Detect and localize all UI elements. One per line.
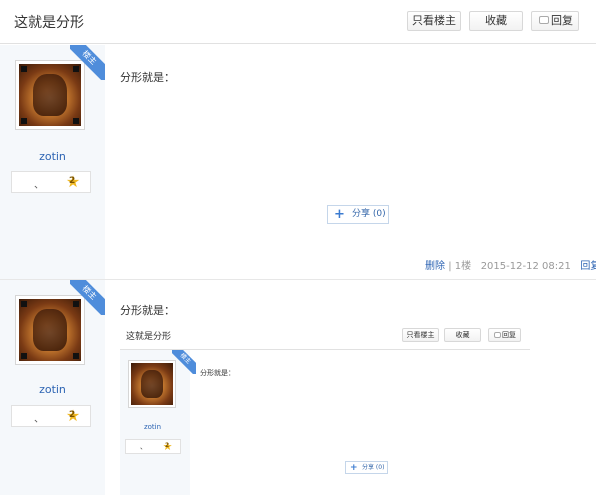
only-op-button[interactable]: 只看楼主 — [407, 11, 461, 31]
delete-link[interactable]: 删除 — [425, 261, 445, 272]
comment-icon — [539, 16, 549, 24]
share-button[interactable]: + 分享 (0) — [327, 205, 389, 224]
thread-title: 这就是分形 — [14, 15, 84, 31]
nested-thread-header: 这就是分形 只看楼主 收藏 回复 — [120, 322, 530, 350]
post-timestamp: 2015-12-12 08:21 — [480, 261, 571, 272]
post-content: 分形就是： — [120, 304, 175, 317]
comment-icon — [494, 332, 501, 338]
op-badge: 楼主 — [70, 280, 105, 315]
author-sidebar: 楼主 zotin 、 ★ 2 — [0, 280, 105, 495]
reply-button[interactable]: 回复 — [531, 11, 579, 31]
post-meta: 删除 | 1楼 2015-12-12 08:21 回复 — [425, 257, 596, 272]
post-floor-1: 楼主 zotin 、 ★ 2 分形就是： + 分享 (0) 删除 | 1楼 20… — [0, 45, 596, 280]
share-label: 分享 (0) — [352, 209, 386, 219]
post-content: 分形就是： — [120, 71, 175, 84]
nested-avatar — [128, 360, 176, 408]
thread-header: 这就是分形 只看楼主 收藏 回复 — [0, 0, 596, 44]
reply-button-label: 回复 — [551, 14, 573, 27]
nested-username: zotin — [143, 423, 162, 431]
reply-link[interactable]: 回复 — [580, 261, 596, 272]
avatar-image — [131, 363, 173, 405]
nested-thread-title: 这就是分形 — [126, 332, 172, 342]
plus-icon: + — [350, 463, 358, 473]
username-link[interactable]: zotin — [0, 150, 105, 163]
level-number: 2 — [69, 410, 76, 420]
nested-op-badge: 楼主 — [172, 350, 196, 374]
author-sidebar: 楼主 zotin 、 ★ 2 — [0, 45, 105, 279]
nested-favorite-button: 收藏 — [444, 328, 481, 342]
favorite-button[interactable]: 收藏 — [469, 11, 523, 31]
level-badge: 、 ★ 2 — [11, 405, 91, 427]
embedded-screenshot: 这就是分形 只看楼主 收藏 回复 zotin 、 ★ 2 楼主 分形就是： + … — [120, 322, 530, 495]
nested-post-content: 分形就是： — [200, 369, 235, 377]
level-badge: 、 ★ 2 — [11, 171, 91, 193]
op-badge: 楼主 — [70, 45, 105, 80]
plus-icon: + — [334, 207, 345, 222]
nested-only-op-button: 只看楼主 — [402, 328, 439, 342]
nested-reply-button: 回复 — [488, 328, 521, 342]
floor-number: 1楼 — [454, 261, 472, 272]
nested-share-button: + 分享 (0) — [345, 461, 388, 474]
username-link[interactable]: zotin — [0, 383, 105, 396]
nested-level-badge: 、 ★ 2 — [125, 439, 181, 454]
level-number: 2 — [69, 176, 76, 186]
